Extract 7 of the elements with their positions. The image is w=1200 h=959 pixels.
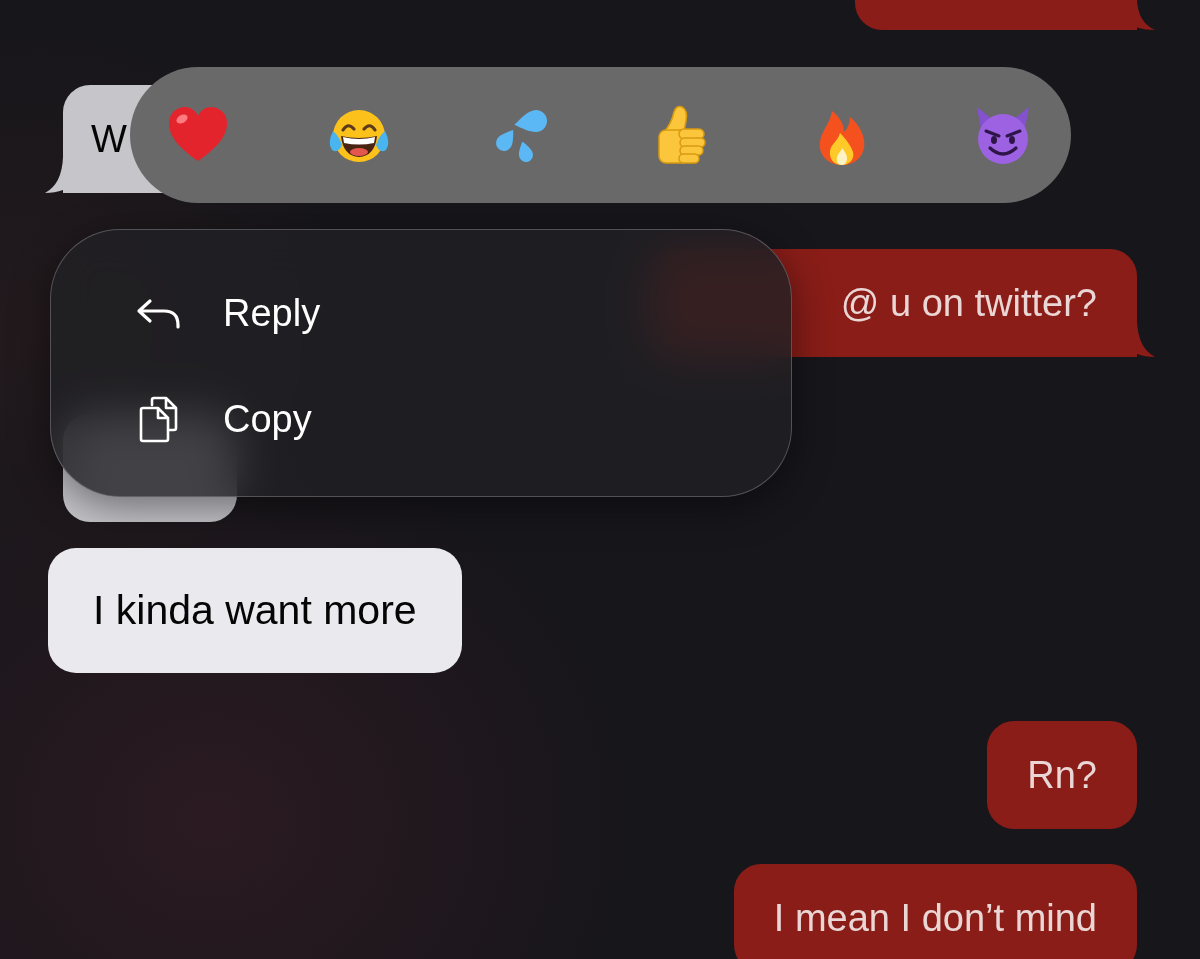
- message-bubble[interactable]: I kinda want more: [48, 548, 462, 673]
- menu-item[interactable]: Reply: [136, 260, 321, 366]
- reply-arrow-icon: [136, 297, 181, 329]
- message-bubble[interactable]: I mean I don’t mind: [733, 864, 1137, 959]
- message-bubble[interactable]: Rn?: [987, 721, 1137, 829]
- menu-item[interactable]: Copy: [136, 366, 312, 472]
- copy-icon: [138, 395, 179, 443]
